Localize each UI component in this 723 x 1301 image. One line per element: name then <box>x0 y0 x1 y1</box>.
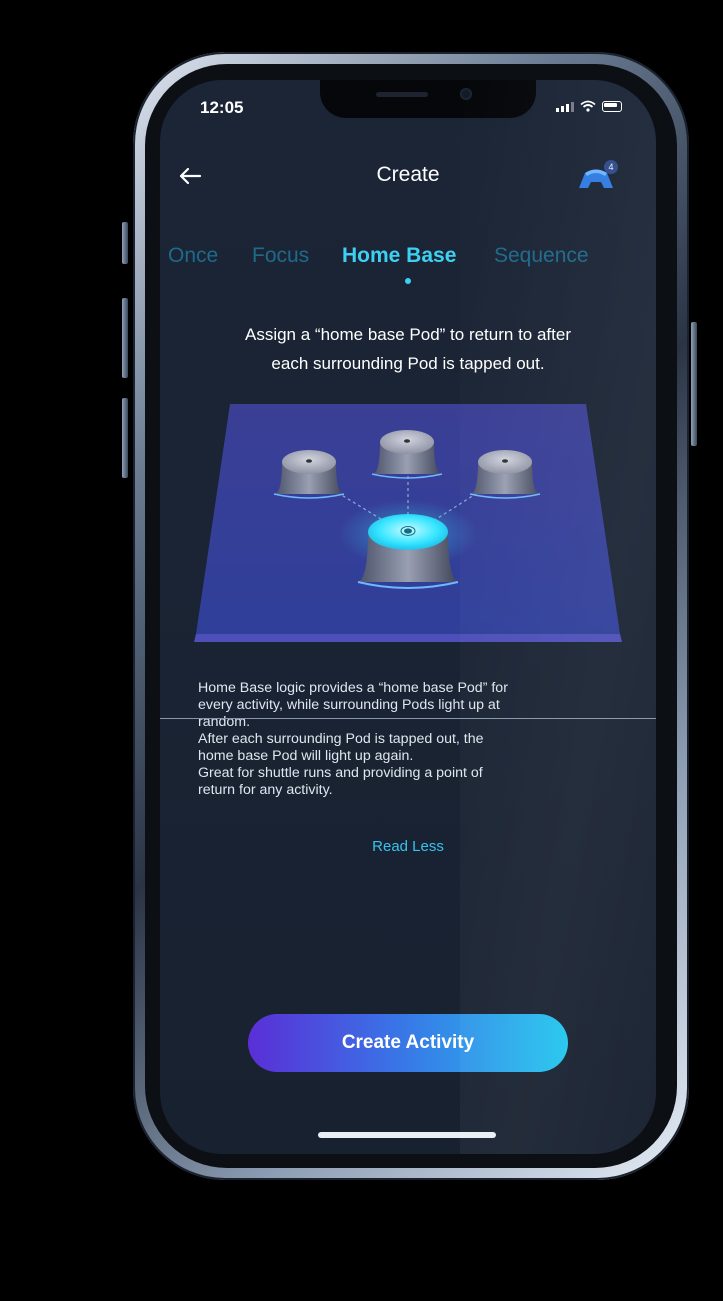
tab-home-base[interactable]: Home Base <box>342 244 456 268</box>
tab-focus[interactable]: Focus <box>252 244 309 268</box>
divider-line <box>160 718 656 719</box>
read-less-link[interactable]: Read Less <box>160 838 656 855</box>
header-bar: Create 4 <box>160 160 656 196</box>
app-screen: 12:05 Create 4 Once Focus Home Base Sequ… <box>160 80 656 1154</box>
speaker-grille <box>376 92 428 97</box>
headline-line-2: each surrounding Pod is tapped out. <box>271 354 545 373</box>
create-activity-button[interactable]: Create Activity <box>248 1014 568 1072</box>
front-camera <box>460 88 472 100</box>
logic-description: Home Base logic provides a “home base Po… <box>198 680 618 799</box>
surrounding-pod-center <box>371 430 443 479</box>
wifi-icon <box>580 100 596 112</box>
surrounding-pod-right <box>469 450 541 499</box>
silent-switch <box>122 222 128 264</box>
notch <box>320 80 536 118</box>
description-line-7: return for any activity. <box>198 782 333 798</box>
status-time: 12:05 <box>200 98 244 117</box>
tab-sequence[interactable]: Sequence <box>494 244 589 268</box>
volume-up-button <box>122 298 128 378</box>
tab-once[interactable]: Once <box>168 244 218 268</box>
description-line-4: After each surrounding Pod is tapped out… <box>198 731 484 747</box>
description-line-3: random. <box>198 714 251 730</box>
volume-down-button <box>122 398 128 478</box>
description-line-2: every activity, while surrounding Pods l… <box>198 697 500 713</box>
description-line-1: Home Base logic provides a “home base Po… <box>198 680 508 696</box>
device-count-badge: 4 <box>604 160 618 174</box>
logic-headline: Assign a “home base Pod” to return to af… <box>200 320 616 378</box>
active-tab-indicator <box>405 278 411 284</box>
home-base-illustration <box>194 404 622 642</box>
power-button <box>691 322 697 446</box>
description-line-6: Great for shuttle runs and providing a p… <box>198 765 483 781</box>
status-icons <box>556 100 622 112</box>
home-indicator[interactable] <box>318 1132 496 1138</box>
headline-line-1: Assign a “home base Pod” to return to af… <box>244 325 571 344</box>
cellular-signal-icon <box>556 102 574 112</box>
description-line-5: home base Pod will light up again. <box>198 748 414 764</box>
surrounding-pod-left <box>273 450 345 499</box>
battery-icon <box>602 101 622 112</box>
